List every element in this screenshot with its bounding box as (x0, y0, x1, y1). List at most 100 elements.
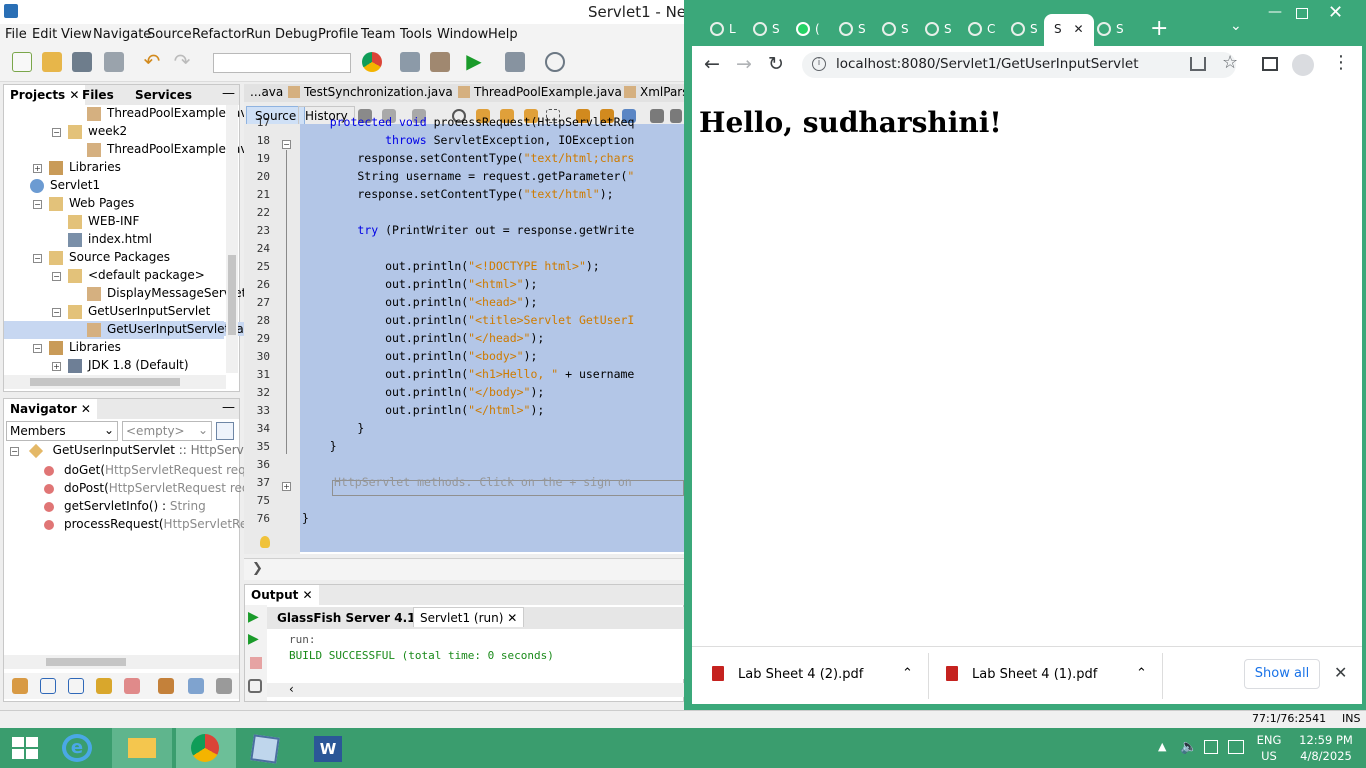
rerun-icon[interactable]: ▶ (248, 609, 259, 625)
browser-tab[interactable]: S (829, 14, 871, 46)
navigator-member[interactable]: doPost(HttpServletRequest request (44, 481, 275, 495)
tab-files[interactable]: Files (76, 85, 120, 105)
sort-icon[interactable] (216, 678, 232, 694)
browser-tab[interactable]: S (1001, 14, 1043, 46)
virtualbox-icon[interactable] (250, 734, 280, 764)
network-icon[interactable] (1228, 740, 1244, 754)
menu-team[interactable]: Team (361, 27, 395, 42)
back-icon[interactable]: ← (704, 53, 720, 75)
close-icon[interactable]: ✕ (1070, 22, 1083, 36)
chrome-browser-icon[interactable] (362, 52, 382, 72)
configuration-combo[interactable] (213, 53, 351, 73)
collapse-icon[interactable]: − (52, 308, 61, 317)
close-shelf-icon[interactable]: ✕ (1334, 663, 1347, 682)
menu-edit[interactable]: Edit (32, 27, 57, 42)
volume-icon[interactable]: 🔈 (1180, 739, 1197, 755)
word-icon[interactable]: W (314, 736, 342, 762)
menu-refactor[interactable]: Refactor (192, 27, 247, 42)
fold-expand-icon[interactable]: + (282, 482, 291, 491)
new-project-icon[interactable] (42, 52, 62, 72)
tab-output[interactable]: Output ✕ (245, 585, 319, 605)
tree-item[interactable]: − Source Packages (4, 249, 224, 267)
sort-by-source-icon[interactable] (158, 678, 174, 694)
tree-item[interactable]: − Libraries (4, 339, 224, 357)
show-all-button[interactable]: Show all (1244, 659, 1320, 689)
minimize-icon[interactable]: — (222, 400, 235, 415)
clock[interactable]: 12:59 PM 4/8/2025 (1296, 732, 1356, 764)
new-file-icon[interactable] (12, 52, 32, 72)
tree-item[interactable]: Servlet1 (4, 177, 224, 195)
forward-icon[interactable]: → (736, 53, 752, 75)
show-fields-icon[interactable] (40, 678, 56, 694)
collapse-icon[interactable]: − (33, 200, 42, 209)
battery-icon[interactable] (1204, 740, 1218, 754)
menu-kebab-icon[interactable]: ⋮ (1332, 52, 1350, 73)
internet-explorer-icon[interactable]: e (62, 734, 92, 762)
chevron-up-icon[interactable]: ⌃ (902, 666, 913, 681)
debug-icon[interactable] (505, 52, 525, 72)
download-item[interactable]: Lab Sheet 4 (1).pdf ⌃ (946, 666, 1156, 688)
output-console[interactable]: run: BUILD SUCCESSFUL (total time: 0 sec… (267, 629, 685, 679)
browser-tab[interactable]: S (743, 14, 785, 46)
menu-view[interactable]: View (61, 27, 92, 42)
expand-icon[interactable]: + (33, 164, 42, 173)
shift-left-icon[interactable] (650, 109, 664, 123)
build-icon[interactable] (400, 52, 420, 72)
menu-help[interactable]: Help (488, 27, 518, 42)
tree-item[interactable]: DisplayMessageServlet.jav (4, 285, 268, 303)
omnibox[interactable]: i localhost:8080/Servlet1/GetUserInputSe… (802, 52, 1236, 78)
browser-tab[interactable]: L (700, 14, 742, 46)
tab-projects[interactable]: Projects ✕ (4, 85, 86, 105)
menu-debug[interactable]: Debug (275, 27, 318, 42)
collapse-icon[interactable]: − (10, 447, 19, 456)
scrollbar-thumb[interactable] (228, 255, 236, 335)
hint-bulb-icon[interactable] (260, 536, 270, 548)
members-filter-select[interactable]: Members ⌄ (6, 421, 118, 441)
tree-item[interactable]: − week2 (4, 123, 224, 141)
share-icon[interactable] (1190, 57, 1206, 71)
tree-item[interactable]: − Web Pages (4, 195, 224, 213)
scrollbar-thumb[interactable] (46, 658, 126, 666)
editor-tab-threadpoolexample[interactable]: ThreadPoolExample.java ✕ (452, 82, 642, 102)
tree-item[interactable]: WEB-INF (4, 213, 224, 231)
minimize-icon[interactable]: — (222, 86, 235, 101)
scroll-left-icon[interactable]: ‹ (289, 682, 294, 696)
tree-vertical-scrollbar[interactable] (226, 105, 238, 373)
code-area[interactable]: protected void processRequest(HttpServle… (300, 115, 684, 554)
maximize-window-button[interactable] (1296, 8, 1308, 19)
reload-icon[interactable]: ↻ (768, 53, 784, 75)
inherited-members-icon[interactable] (12, 678, 28, 694)
open-project-icon[interactable] (72, 52, 92, 72)
browser-tab[interactable]: C (958, 14, 1000, 46)
tree-item[interactable]: − <default package> (4, 267, 224, 285)
clean-build-icon[interactable] (430, 52, 450, 72)
chevron-up-icon[interactable]: ⌃ (1136, 666, 1147, 681)
expand-arrow-icon[interactable]: ❯ (252, 561, 263, 576)
profile-avatar-icon[interactable] (1292, 54, 1314, 76)
file-explorer-icon[interactable] (112, 728, 172, 768)
undo-icon[interactable]: ↶ (142, 51, 162, 72)
stop-icon[interactable] (250, 657, 262, 669)
save-all-icon[interactable] (104, 52, 124, 72)
collapse-icon[interactable]: − (52, 272, 61, 281)
shift-right-icon[interactable] (670, 109, 682, 123)
navigator-member[interactable]: getServletInfo() : String (44, 499, 206, 513)
navigator-horizontal-scrollbar[interactable] (4, 655, 239, 669)
close-icon[interactable]: ✕ (303, 588, 313, 602)
tab-services[interactable]: Services (129, 85, 198, 105)
tree-item[interactable]: index.html (4, 231, 224, 249)
tree-item[interactable]: + Libraries (4, 159, 224, 177)
tree-item[interactable]: − GetUserInputServlet (4, 303, 224, 321)
tree-item[interactable]: ThreadPoolExample.java (4, 105, 255, 123)
chrome-taskbar-icon[interactable] (176, 728, 236, 768)
fold-collapse-icon[interactable]: − (282, 140, 291, 149)
menu-window[interactable]: Window (437, 27, 488, 42)
menu-source[interactable]: Source (147, 27, 192, 42)
rerun-with-params-icon[interactable]: ▶ (248, 631, 259, 647)
collapse-icon[interactable]: − (33, 254, 42, 263)
navigator-class-row[interactable]: − GetUserInputServlet :: HttpServlet (10, 443, 259, 459)
tab-search-icon[interactable]: ⌄ (1230, 18, 1242, 34)
menu-tools[interactable]: Tools (400, 27, 432, 42)
browser-tab[interactable]: S (1087, 14, 1129, 46)
expand-icon[interactable]: + (52, 362, 61, 371)
